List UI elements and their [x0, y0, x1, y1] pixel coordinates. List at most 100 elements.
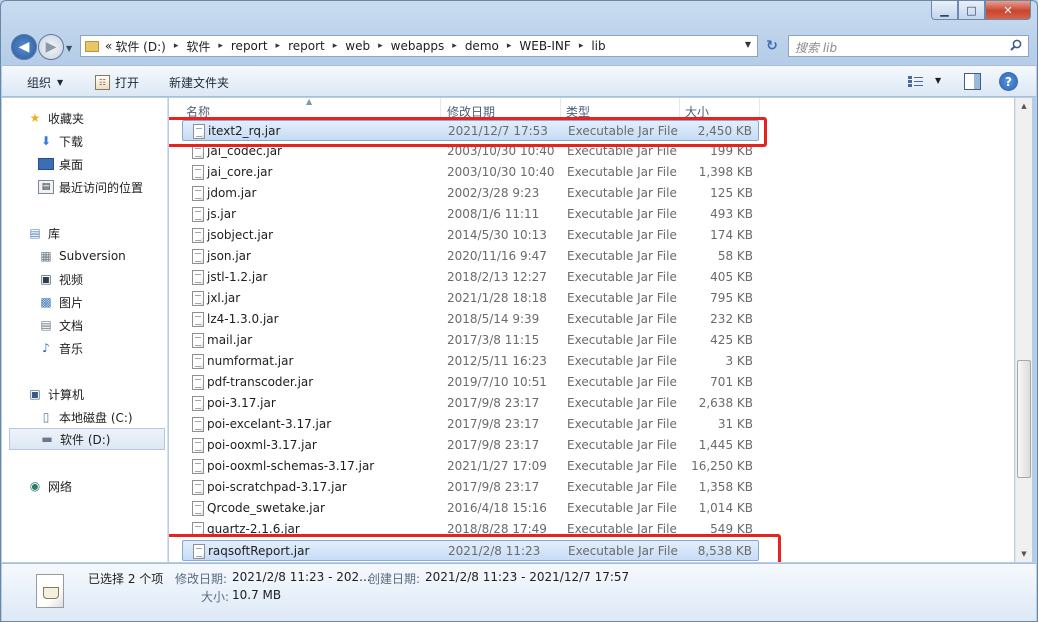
table-row[interactable]: pdf-transcoder.jar 2019/7/10 10:51 Executa… — [182, 372, 759, 393]
table-row[interactable]: numformat.jar 2012/5/11 16:23 Executable J… — [182, 351, 759, 372]
file-modified-date: 2017/3/8 11:15 — [447, 333, 540, 347]
table-row[interactable]: jxl.jar 2021/1/28 18:18 Executable Jar Fil… — [182, 288, 759, 309]
file-size: 425 KB — [710, 333, 753, 347]
new-folder-button[interactable]: 新建文件夹 — [169, 74, 229, 91]
sidebar-computer-header[interactable]: ▣ 计算机 — [27, 383, 84, 405]
sidebar-item-desktop[interactable]: 桌面 — [38, 153, 83, 175]
sidebar-item-drive-d[interactable]: ▬ 软件 (D:) — [9, 428, 165, 450]
music-icon: ♪ — [42, 341, 50, 355]
file-type: Executable Jar File — [567, 228, 677, 242]
scroll-up-icon[interactable]: ▲ — [1016, 98, 1032, 114]
document-icon: ▤ — [40, 318, 52, 332]
forward-button[interactable]: ▶ — [38, 34, 64, 60]
address-overflow-button[interactable]: « — [105, 39, 112, 53]
search-input[interactable]: 搜索 lib — [788, 35, 1029, 57]
size-value: 10.7 MB — [232, 588, 282, 602]
table-row[interactable]: poi-ooxml-schemas-3.17.jar 2021/1/27 17:0… — [182, 456, 759, 477]
file-size: 795 KB — [710, 291, 753, 305]
breadcrumb-chevron-icon[interactable]: ▸ — [507, 41, 512, 51]
table-row[interactable]: poi-scratchpad-3.17.jar 2017/9/8 23:17 Exe… — [182, 477, 759, 498]
breadcrumb-chevron-icon[interactable]: ▸ — [218, 41, 223, 51]
breadcrumb-segment[interactable]: report — [231, 39, 268, 53]
file-modified-date: 2017/9/8 23:17 — [447, 438, 540, 452]
sidebar-item-downloads[interactable]: ⬇ 下载 — [38, 130, 83, 152]
breadcrumb-segment[interactable]: web — [345, 39, 370, 53]
modified-date-label: 修改日期: — [175, 572, 228, 586]
address-bar[interactable]: « 软件 (D:) ▸ 软件 ▸ report ▸ report ▸ web ▸ weba… — [80, 35, 758, 57]
picture-icon: ▩ — [40, 295, 52, 309]
table-row[interactable]: lz4-1.3.0.jar 2018/5/14 9:39 Executable Ja… — [182, 309, 759, 330]
recent-pages-dropdown[interactable]: ▼ — [66, 44, 72, 53]
file-size: 125 KB — [710, 186, 753, 200]
scrollbar-thumb[interactable] — [1017, 360, 1031, 478]
preview-pane-icon[interactable] — [964, 73, 981, 90]
breadcrumb-chevron-icon[interactable]: ▸ — [579, 41, 584, 51]
file-modified-date: 2019/7/10 10:51 — [447, 375, 547, 389]
breadcrumb-chevron-icon[interactable]: ▸ — [333, 41, 338, 51]
sidebar-item-pictures[interactable]: ▩ 图片 — [38, 291, 83, 313]
sidebar-item-drive-c[interactable]: ▯ 本地磁盘 (C:) — [38, 406, 133, 428]
breadcrumb-segment[interactable]: webapps — [391, 39, 445, 53]
sidebar-item-videos[interactable]: ▣ 视频 — [38, 268, 83, 290]
organize-menu-button[interactable]: 组织 ▼ — [27, 74, 63, 91]
sidebar-network-header[interactable]: ◉ 网络 — [27, 475, 72, 497]
command-bar: 组织 ▼ ☷ 打开 新建文件夹 ▼ ? — [2, 65, 1036, 97]
file-type: Executable Jar File — [567, 459, 677, 473]
file-modified-date: 2003/10/30 10:40 — [447, 165, 555, 179]
breadcrumb-segment[interactable]: 软件 (D:) — [115, 38, 165, 55]
breadcrumb-chevron-icon[interactable]: ▸ — [174, 41, 179, 51]
breadcrumb-segment[interactable]: WEB-INF — [519, 39, 570, 53]
minimize-button[interactable]: ▁ — [931, 1, 958, 20]
table-row[interactable]: jdom.jar 2002/3/28 9:23 Executable Jar Fil… — [182, 183, 759, 204]
file-name: poi-scratchpad-3.17.jar — [207, 480, 347, 494]
table-row[interactable]: mail.jar 2017/3/8 11:15 Executable Jar Fil… — [182, 330, 759, 351]
jar-file-icon — [192, 291, 204, 306]
file-name: json.jar — [207, 249, 251, 263]
file-size: 16,250 KB — [691, 459, 753, 473]
file-modified-date: 2012/5/11 16:23 — [447, 354, 547, 368]
sidebar-item-documents[interactable]: ▤ 文档 — [38, 314, 83, 336]
file-type: Executable Jar File — [567, 501, 677, 515]
breadcrumb-chevron-icon[interactable]: ▸ — [378, 41, 383, 51]
sidebar-item-music[interactable]: ♪ 音乐 — [38, 337, 83, 359]
table-row[interactable]: poi-excelant-3.17.jar 2017/9/8 23:17 Execu… — [182, 414, 759, 435]
open-button[interactable]: ☷ 打开 — [95, 74, 139, 91]
close-button[interactable]: ✕ — [985, 1, 1031, 20]
sidebar-item-subversion[interactable]: ▦ Subversion — [38, 245, 125, 267]
refresh-button[interactable]: ↻ — [761, 35, 783, 57]
table-row[interactable]: Qrcode_swetake.jar 2016/4/18 15:16 Executa… — [182, 498, 759, 519]
breadcrumb-chevron-icon[interactable]: ▸ — [276, 41, 281, 51]
breadcrumb-segment[interactable]: 软件 — [186, 38, 210, 55]
vertical-scrollbar[interactable]: ▲ ▼ — [1015, 98, 1032, 562]
sidebar-libraries-header[interactable]: ▤ 库 — [27, 222, 60, 244]
table-row[interactable]: js.jar 2008/1/6 11:11 Executable Jar File 4… — [182, 204, 759, 225]
file-size: 3 KB — [725, 354, 753, 368]
breadcrumb-segment[interactable]: demo — [465, 39, 499, 53]
file-size: 1,445 KB — [698, 438, 753, 452]
file-size: 2,638 KB — [698, 396, 753, 410]
system-drive-icon: ▯ — [42, 410, 50, 424]
back-button[interactable]: ◀ — [11, 34, 37, 60]
view-options-icon[interactable] — [908, 75, 924, 88]
table-row[interactable]: json.jar 2020/11/16 9:47 Executable Jar Fi… — [182, 246, 759, 267]
help-icon[interactable]: ? — [999, 72, 1018, 91]
view-dropdown-icon[interactable]: ▼ — [935, 76, 941, 85]
file-modified-date: 2002/3/28 9:23 — [447, 186, 540, 200]
breadcrumb-chevron-icon[interactable]: ▸ — [452, 41, 457, 51]
sidebar-item-recent-places[interactable]: ▤ 最近访问的位置 — [38, 176, 143, 198]
red-highlight-box — [169, 117, 767, 147]
table-row[interactable]: jai_core.jar 2003/10/30 10:40 Executable J… — [182, 162, 759, 183]
jar-file-icon — [192, 459, 204, 474]
sidebar-section-label: 网络 — [48, 479, 73, 494]
table-row[interactable]: poi-3.17.jar 2017/9/8 23:17 Executable Jar… — [182, 393, 759, 414]
breadcrumb-segment-current[interactable]: lib — [591, 39, 605, 53]
file-type: Executable Jar File — [567, 417, 677, 431]
scroll-down-icon[interactable]: ▼ — [1016, 546, 1032, 562]
table-row[interactable]: jsobject.jar 2014/5/30 10:13 Executable Ja… — [182, 225, 759, 246]
table-row[interactable]: jstl-1.2.jar 2018/2/13 12:27 Executable Ja… — [182, 267, 759, 288]
sidebar-favorites-header[interactable]: ★ 收藏夹 — [27, 107, 84, 129]
table-row[interactable]: poi-ooxml-3.17.jar 2017/9/8 23:17 Executab… — [182, 435, 759, 456]
maximize-button[interactable]: □ — [958, 1, 985, 20]
address-dropdown-icon[interactable]: ▼ — [745, 40, 751, 49]
breadcrumb-segment[interactable]: report — [288, 39, 325, 53]
